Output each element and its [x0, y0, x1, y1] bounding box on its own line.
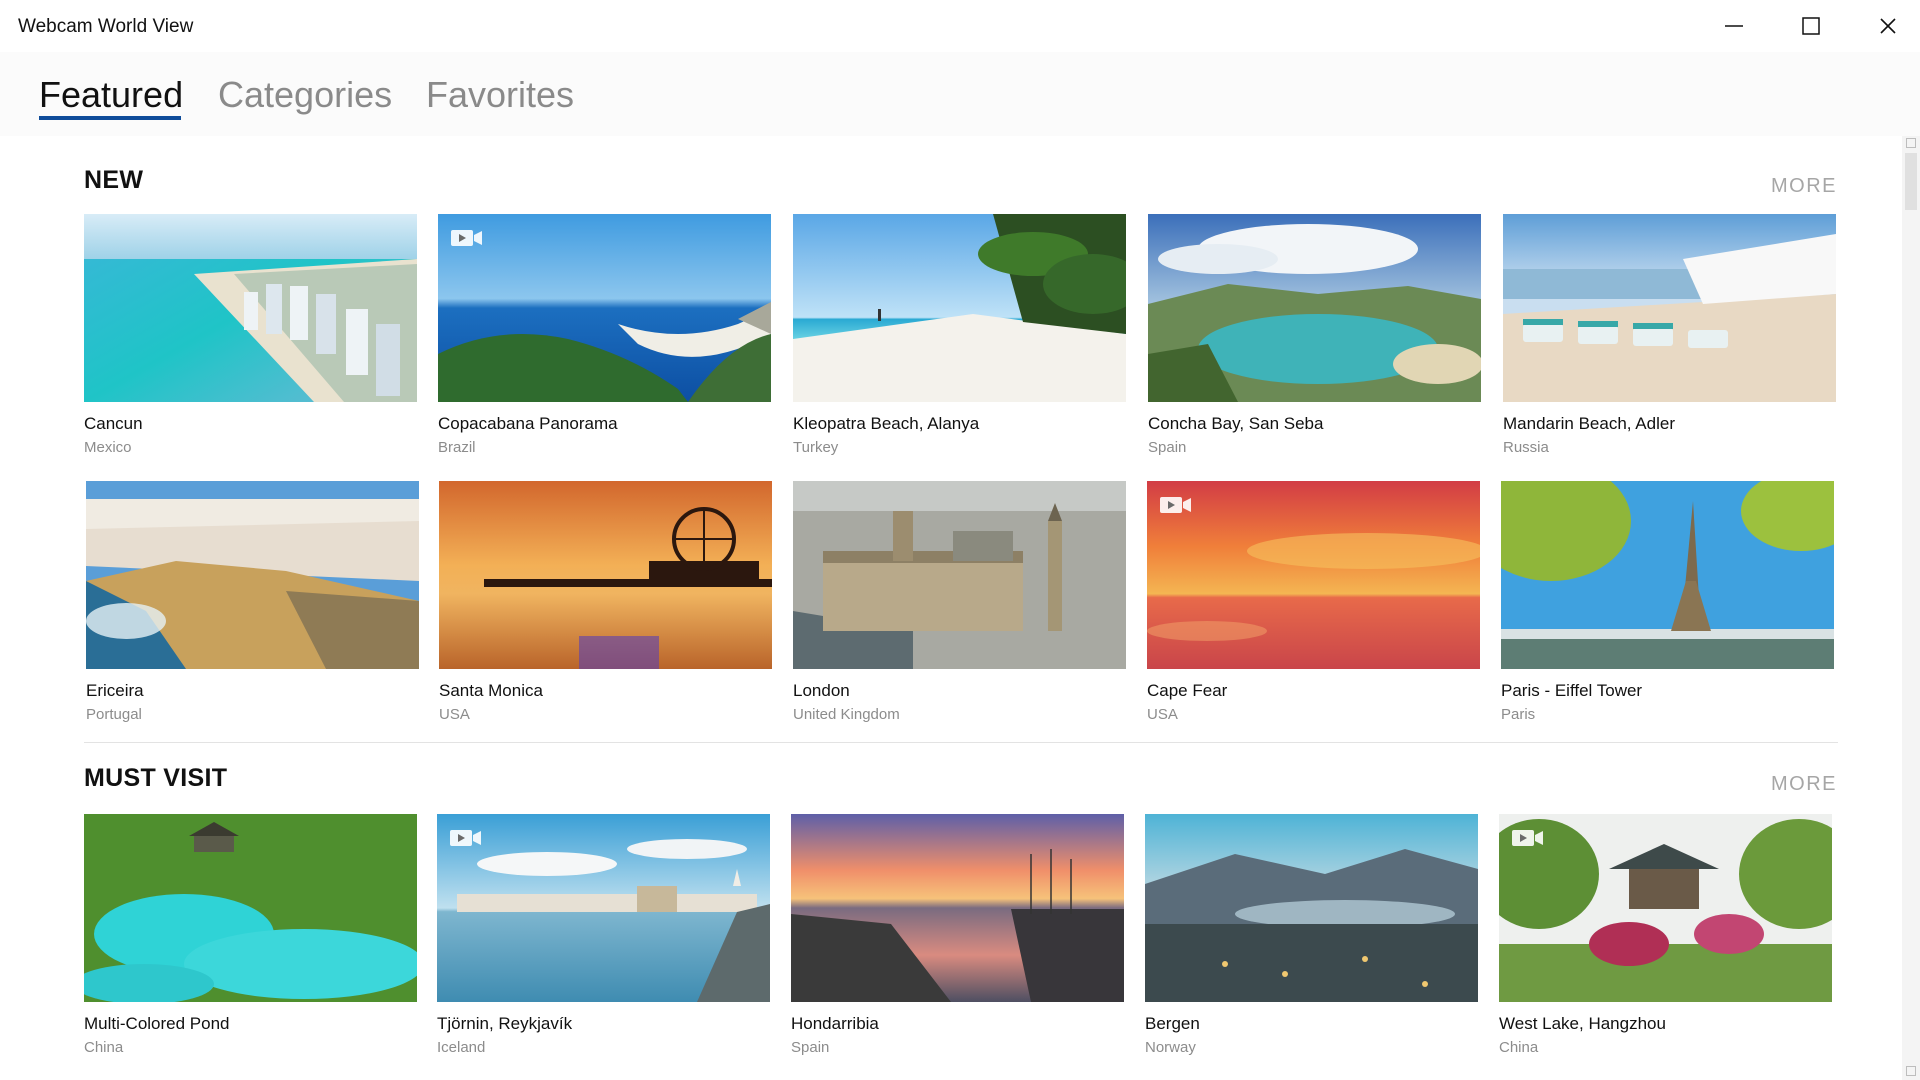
webcam-name: Kleopatra Beach, Alanya [793, 414, 980, 433]
webcam-name: Cancun [84, 414, 143, 433]
thumbnail [1147, 481, 1480, 669]
webcam-tile[interactable]: Concha Bay, San Seba Spain [1148, 214, 1481, 456]
tab-favorites[interactable]: Favorites [426, 74, 574, 116]
thumbnail [793, 481, 1126, 669]
thumbnail [1145, 814, 1478, 1002]
webcam-tile[interactable]: Multi-Colored Pond China [84, 814, 417, 1056]
close-button[interactable] [1850, 0, 1920, 52]
webcam-country: United Kingdom [793, 706, 900, 723]
webcam-name: Tjörnin, Reykjavík [437, 1014, 573, 1033]
webcam-name: Santa Monica [439, 681, 543, 700]
webcam-tile[interactable]: Cancun Mexico [84, 214, 417, 456]
webcam-name: West Lake, Hangzhou [1499, 1014, 1666, 1033]
thumbnail [793, 214, 1126, 402]
video-camera-icon [450, 830, 481, 846]
video-camera-icon [451, 230, 482, 246]
thumbnail [1148, 214, 1481, 402]
thumbnail [438, 214, 771, 402]
webcam-tile[interactable]: Copacabana Panorama Brazil [438, 214, 771, 456]
thumbnail [1499, 814, 1832, 1002]
pivot-header: Featured Categories Favorites [0, 52, 1920, 136]
thumbnail [1501, 481, 1834, 669]
thumbnail [84, 214, 417, 402]
title-bar: Webcam World View [0, 0, 1920, 52]
maximize-icon [1802, 17, 1820, 35]
tab-categories[interactable]: Categories [218, 74, 392, 116]
webcam-tile[interactable]: Santa Monica USA [439, 481, 772, 723]
webcam-tile[interactable]: West Lake, Hangzhou China [1499, 814, 1832, 1056]
section-title-must-visit: MUST VISIT [84, 764, 228, 792]
webcam-country: Paris [1501, 706, 1536, 723]
webcam-country: Spain [791, 1039, 830, 1056]
more-link-new[interactable]: MORE [1771, 175, 1837, 198]
scroll-thumb[interactable] [1905, 153, 1917, 210]
webcam-country: Mexico [84, 439, 132, 456]
webcam-country: Iceland [437, 1039, 486, 1056]
webcam-tile[interactable]: Ericeira Portugal [86, 481, 419, 723]
webcam-country: China [84, 1039, 124, 1056]
video-camera-icon [1512, 830, 1543, 846]
webcam-tile[interactable]: Cape Fear USA [1147, 481, 1480, 723]
webcam-name: Cape Fear [1147, 681, 1228, 700]
app-title: Webcam World View [18, 16, 194, 37]
webcam-name: Paris - Eiffel Tower [1501, 681, 1643, 700]
webcam-name: Multi-Colored Pond [84, 1014, 230, 1033]
more-link-must-visit[interactable]: MORE [1771, 773, 1837, 796]
webcam-tile[interactable]: Kleopatra Beach, Alanya Turkey [793, 214, 1126, 456]
thumbnail [437, 814, 770, 1002]
webcam-country: USA [439, 706, 470, 723]
minimize-icon [1725, 25, 1743, 27]
webcam-name: Concha Bay, San Seba [1148, 414, 1324, 433]
webcam-tile[interactable]: Mandarin Beach, Adler Russia [1503, 214, 1836, 456]
webcam-name: Copacabana Panorama [438, 414, 618, 433]
webcam-tile[interactable]: Bergen Norway [1145, 814, 1478, 1056]
webcam-country: China [1499, 1039, 1539, 1056]
vertical-scrollbar[interactable] [1902, 136, 1920, 1080]
video-camera-icon [1160, 497, 1191, 513]
active-tab-indicator [39, 116, 181, 120]
tab-featured[interactable]: Featured [39, 74, 183, 116]
webcam-name: Hondarribia [791, 1014, 879, 1033]
scroll-up-button[interactable] [1906, 138, 1916, 148]
thumbnail [84, 814, 417, 1002]
thumbnail [439, 481, 772, 669]
webcam-name: Bergen [1145, 1014, 1200, 1033]
webcam-country: Russia [1503, 439, 1549, 456]
webcam-tile[interactable]: Hondarribia Spain [791, 814, 1124, 1056]
thumbnail [86, 481, 419, 669]
webcam-country: Turkey [793, 439, 839, 456]
webcam-name: London [793, 681, 850, 700]
webcam-tile[interactable]: Paris - Eiffel Tower Paris [1501, 481, 1834, 723]
thumbnail [791, 814, 1124, 1002]
close-icon [1880, 18, 1896, 34]
webcam-country: Spain [1148, 439, 1187, 456]
webcam-country: USA [1147, 706, 1178, 723]
section-divider [84, 742, 1838, 743]
minimize-button[interactable] [1696, 0, 1772, 52]
webcam-country: Portugal [86, 706, 142, 723]
scroll-down-button[interactable] [1906, 1066, 1916, 1076]
maximize-button[interactable] [1773, 0, 1849, 52]
webcam-country: Norway [1145, 1039, 1196, 1056]
webcam-country: Brazil [438, 439, 476, 456]
webcam-tile[interactable]: Tjörnin, Reykjavík Iceland [437, 814, 770, 1056]
section-title-new: NEW [84, 166, 144, 194]
webcam-tile[interactable]: London United Kingdom [793, 481, 1126, 723]
webcam-name: Mandarin Beach, Adler [1503, 414, 1675, 433]
thumbnail [1503, 214, 1836, 402]
webcam-name: Ericeira [86, 681, 144, 700]
featured-content: NEW MORE Cancun Mexico Copacabana Panora… [0, 136, 1900, 1080]
